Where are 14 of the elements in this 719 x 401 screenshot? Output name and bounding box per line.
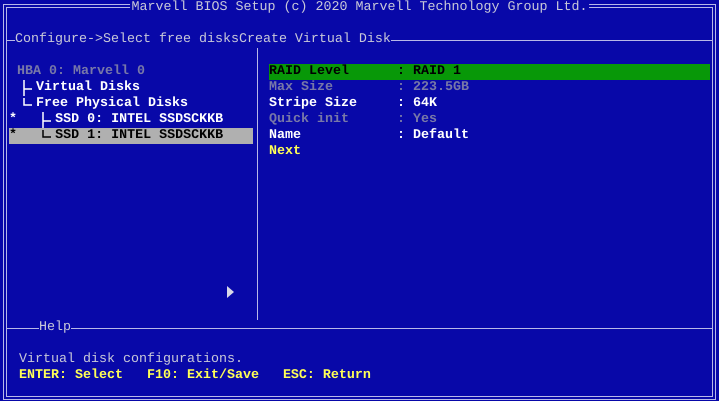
setting-row[interactable]: RAID Level : RAID 1: [269, 64, 710, 80]
key-hint: ESC: Return: [282, 368, 371, 384]
setting-row[interactable]: Stripe Size : 64K: [269, 96, 710, 112]
key-hint: F10: Exit/Save: [146, 368, 259, 384]
key-hint: ENTER: Select: [19, 368, 123, 384]
next-action[interactable]: Next: [269, 144, 710, 160]
window-title: Marvell BIOS Setup (c) 2020 Marvell Technology Group Ltd.: [130, 0, 590, 16]
setting-row[interactable]: Name : Default: [269, 128, 710, 144]
arrow-right-icon: [227, 286, 235, 298]
help-title: Help: [39, 320, 71, 336]
breadcrumb: Configure->Select free disksCreate Virtual Disk: [15, 32, 391, 48]
help-text: Virtual disk configurations.: [19, 352, 244, 368]
tree-connector-icon: [42, 112, 52, 128]
tree-connector-icon: [22, 80, 33, 96]
